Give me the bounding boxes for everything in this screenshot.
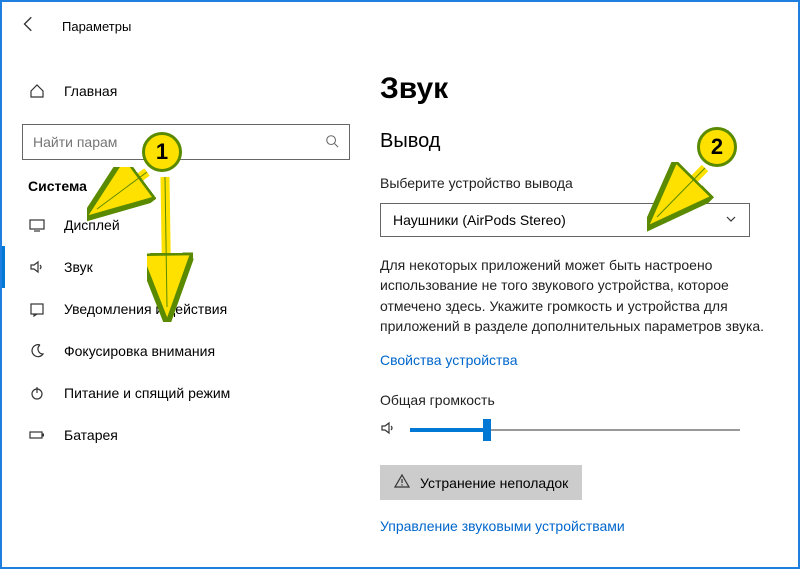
- manage-devices-link[interactable]: Управление звуковыми устройствами: [380, 518, 625, 534]
- window-header: Параметры: [2, 2, 798, 50]
- nav-focus[interactable]: Фокусировка внимания: [22, 330, 350, 372]
- volume-icon: [380, 420, 396, 439]
- volume-label: Общая громкость: [380, 392, 798, 408]
- chevron-down-icon: [725, 213, 737, 228]
- nav-home[interactable]: Главная: [22, 70, 350, 112]
- nav-label: Питание и спящий режим: [64, 385, 230, 401]
- output-description: Для некоторых приложений может быть наст…: [380, 255, 790, 336]
- moon-icon: [28, 343, 46, 359]
- header-title: Параметры: [62, 19, 131, 34]
- nav-battery[interactable]: Батарея: [22, 414, 350, 456]
- nav-label: Уведомления и действия: [64, 301, 227, 317]
- badge-1: 1: [142, 132, 182, 172]
- back-arrow-icon[interactable]: [20, 15, 38, 38]
- choose-device-label: Выберите устройство вывода: [380, 175, 798, 191]
- annotation-arrow-2: [647, 162, 717, 232]
- troubleshoot-button[interactable]: Устранение неполадок: [380, 465, 582, 500]
- badge-2: 2: [697, 127, 737, 167]
- search-icon: [325, 134, 339, 151]
- nav-label: Фокусировка внимания: [64, 343, 215, 359]
- notifications-icon: [28, 301, 46, 317]
- slider-thumb[interactable]: [483, 419, 491, 441]
- sound-icon: [28, 259, 46, 275]
- annotation-badge-1: 1: [142, 132, 182, 172]
- home-icon: [28, 83, 46, 99]
- nav-label: Батарея: [64, 427, 118, 443]
- nav-home-label: Главная: [64, 83, 117, 99]
- volume-slider[interactable]: [380, 420, 798, 439]
- annotation-arrow-1b: [147, 172, 197, 322]
- display-icon: [28, 217, 46, 233]
- troubleshoot-label: Устранение неполадок: [420, 475, 568, 491]
- power-icon: [28, 385, 46, 401]
- search-input[interactable]: [22, 124, 350, 160]
- nav-power[interactable]: Питание и спящий режим: [22, 372, 350, 414]
- slider-track[interactable]: [410, 429, 740, 431]
- nav-label: Звук: [64, 259, 93, 275]
- dropdown-value: Наушники (AirPods Stereo): [393, 212, 566, 228]
- slider-fill: [410, 428, 483, 432]
- device-properties-link[interactable]: Свойства устройства: [380, 352, 518, 368]
- content-area: Звук Вывод Выберите устройство вывода На…: [370, 2, 798, 567]
- warning-icon: [394, 473, 410, 492]
- battery-icon: [28, 427, 46, 443]
- annotation-badge-2: 2: [697, 127, 737, 167]
- page-title: Звук: [380, 72, 798, 106]
